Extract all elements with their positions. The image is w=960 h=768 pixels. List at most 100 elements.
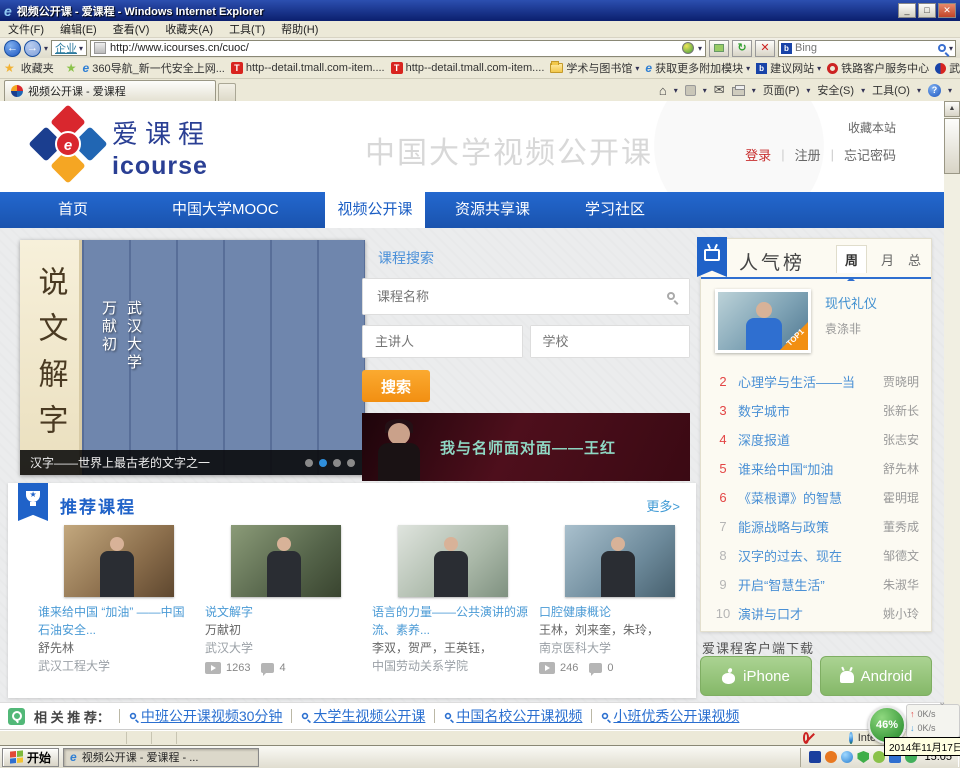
chevron-down-icon[interactable]: ▾	[703, 86, 707, 95]
dot[interactable]	[347, 459, 355, 467]
history-dropdown-icon[interactable]: ▾	[44, 44, 48, 53]
stop-button[interactable]: ✕	[755, 40, 775, 57]
ranking-item[interactable]: 3数字城市张新长	[715, 396, 919, 425]
course-thumbnail[interactable]	[565, 525, 675, 597]
menu-tools[interactable]: 工具(T)	[221, 21, 273, 37]
favorite-item[interactable]: Thttp--detail.tmall.com-item....	[231, 62, 385, 74]
tab-total[interactable]: 总	[908, 250, 921, 269]
mail-icon[interactable]: ✉	[714, 82, 725, 98]
collapse-chevron-icon[interactable]: ⌄	[938, 697, 946, 708]
search-icon[interactable]	[938, 44, 946, 52]
register-link[interactable]: 注册	[795, 145, 821, 164]
forgot-password-link[interactable]: 忘记密码	[844, 145, 896, 164]
course-title[interactable]: 谁来给中国 “加油” ——中国石油安全...	[38, 603, 194, 639]
ranking-item[interactable]: 9开启“智慧生活”朱淑华	[715, 570, 919, 599]
course-thumbnail[interactable]	[231, 525, 341, 597]
tools-menu[interactable]: 工具(O)	[872, 82, 910, 98]
tray-icon[interactable]	[809, 751, 821, 763]
course-thumbnail[interactable]	[398, 525, 508, 597]
related-link[interactable]: 中国名校公开课视频	[444, 706, 582, 726]
minimize-button[interactable]: _	[898, 3, 916, 18]
help-icon[interactable]: ?	[928, 84, 941, 97]
chevron-down-icon[interactable]: ▾	[674, 86, 678, 95]
home-icon[interactable]: ⌂	[659, 83, 667, 98]
chevron-down-icon[interactable]: ▾	[806, 86, 810, 95]
ranking-item[interactable]: 8汉字的过去、现在邹德文	[715, 541, 919, 570]
course-title[interactable]: 语言的力量——公共演讲的源流、素养...	[372, 603, 528, 639]
address-bar[interactable]: http://www.icourses.cn/cuoc/ ▾	[90, 40, 706, 57]
favorite-item[interactable]: e获取更多附加模块▾	[645, 60, 750, 76]
chevron-down-icon[interactable]: ▾	[948, 86, 952, 95]
ranking-item[interactable]: 4深度报道张志安	[715, 425, 919, 454]
favorite-site-link[interactable]: 收藏本站	[848, 119, 896, 136]
nav-video-open-course[interactable]: 视频公开课	[325, 192, 425, 228]
scrollbar-thumb[interactable]	[944, 118, 960, 174]
tray-icon[interactable]	[841, 751, 853, 763]
favorite-item[interactable]: b建议网站▾	[756, 60, 821, 76]
course-name-field[interactable]	[362, 278, 690, 315]
menu-file[interactable]: 文件(F)	[0, 21, 52, 37]
menu-favorites[interactable]: 收藏夹(A)	[157, 21, 221, 37]
search-submit-button[interactable]: 搜索	[362, 370, 430, 402]
favorites-star-icon[interactable]: ★	[4, 61, 15, 75]
tray-icon[interactable]	[825, 751, 837, 763]
favorites-label[interactable]: 收藏夹	[21, 60, 54, 76]
course-card[interactable]: 说文解字 万献初 武汉大学 1263 4	[205, 525, 361, 677]
top1-title[interactable]: 现代礼仪	[825, 293, 877, 312]
favorite-item[interactable]: 武汉市公安局交通管理局	[935, 60, 960, 76]
school-input[interactable]	[531, 326, 690, 357]
menu-edit[interactable]: 编辑(E)	[52, 21, 105, 37]
start-button[interactable]: 开始	[2, 748, 59, 767]
web-search-input[interactable]	[795, 42, 935, 54]
taskbar-window-button[interactable]: e 视频公开课 - 爱课程 - ...	[63, 748, 259, 767]
course-card[interactable]: 谁来给中国 “加油” ——中国石油安全... 舒先林 武汉工程大学	[38, 525, 194, 675]
forward-button[interactable]: →	[24, 40, 41, 57]
refresh-button[interactable]: ↻	[732, 40, 752, 57]
chevron-down-icon[interactable]: ▾	[917, 86, 921, 95]
search-icon[interactable]	[667, 292, 675, 300]
ranking-item[interactable]: 7能源战略与政策董秀成	[715, 512, 919, 541]
ranking-item[interactable]: 5谁来给中国“加油舒先林	[715, 454, 919, 483]
search-dropdown-icon[interactable]: ▾	[949, 44, 953, 53]
menu-help[interactable]: 帮助(H)	[273, 21, 326, 37]
login-link[interactable]: 登录	[745, 145, 771, 164]
vertical-scrollbar[interactable]: ▲ ▼	[944, 101, 960, 730]
course-title[interactable]: 口腔健康概论	[539, 603, 695, 621]
address-url[interactable]: http://www.icourses.cn/cuoc/	[110, 42, 678, 54]
add-favorite-icon[interactable]: ★	[66, 61, 77, 75]
print-icon[interactable]	[732, 87, 745, 96]
course-title[interactable]: 说文解字	[205, 603, 361, 621]
chevron-down-icon[interactable]: ▾	[861, 86, 865, 95]
course-name-input[interactable]	[363, 279, 689, 314]
close-button[interactable]: ✕	[938, 3, 956, 18]
top1-thumbnail[interactable]: TOP1	[715, 289, 811, 353]
iphone-download-button[interactable]: iPhone	[700, 656, 812, 696]
nav-mooc[interactable]: 中国大学MOOC	[172, 192, 279, 228]
safety-menu[interactable]: 安全(S)	[817, 82, 854, 98]
dot-active[interactable]	[319, 459, 327, 467]
school-field[interactable]	[530, 325, 691, 358]
more-link[interactable]: 更多>	[646, 496, 680, 515]
course-card[interactable]: 语言的力量——公共演讲的源流、素养... 李双，贺严，王英钰， 中国劳动关系学院	[372, 525, 528, 675]
related-link[interactable]: 中班公开课视频30分钟	[129, 706, 283, 726]
logo-text[interactable]: 爱课程 icourse	[112, 114, 211, 181]
course-card[interactable]: 口腔健康概论 王林，刘来奎，朱玲， 南京医科大学 246 0	[539, 525, 695, 677]
rss-icon[interactable]	[685, 85, 696, 96]
dot[interactable]	[305, 459, 313, 467]
compatibility-view-button[interactable]	[709, 40, 729, 57]
menu-view[interactable]: 查看(V)	[105, 21, 158, 37]
tray-shield-icon[interactable]	[857, 751, 869, 763]
favorite-folder[interactable]: 学术与图书馆▾	[550, 60, 639, 76]
scroll-up-button[interactable]: ▲	[944, 101, 960, 117]
search-box[interactable]: b ▾	[778, 40, 956, 57]
dot[interactable]	[333, 459, 341, 467]
page-menu[interactable]: 页面(P)	[763, 82, 800, 98]
android-download-button[interactable]: Android	[820, 656, 932, 696]
caption-text[interactable]: 汉字——世界上最古老的文字之一	[30, 454, 210, 471]
related-link[interactable]: 大学生视频公开课	[301, 706, 425, 726]
new-tab-button[interactable]	[218, 83, 236, 101]
favorite-item[interactable]: 铁路客户服务中心	[827, 60, 929, 76]
favorite-item[interactable]: e360导航_新一代安全上网...	[83, 60, 225, 76]
tab-month[interactable]: 月	[881, 250, 894, 269]
nav-learning-community[interactable]: 学习社区	[585, 192, 645, 228]
